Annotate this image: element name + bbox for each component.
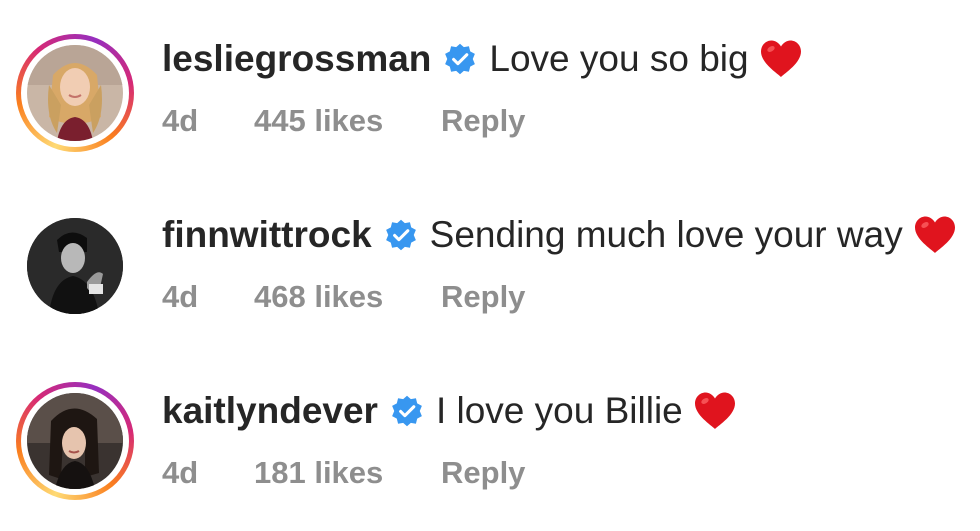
avatar-image <box>27 45 123 141</box>
username-link[interactable]: lesliegrossman <box>162 38 431 80</box>
comment-header: finnwittrock Sending much love your way <box>162 214 957 256</box>
reply-button[interactable]: Reply <box>441 103 525 139</box>
comment-text: Sending much love your way <box>429 214 903 255</box>
comment-item: lesliegrossman Love you so big 4d 445 li… <box>0 0 980 160</box>
heart-icon <box>914 216 955 253</box>
likes-count[interactable]: 445 likes <box>254 103 383 139</box>
comment-item: kaitlyndever I love you Billie 4d 181 li… <box>0 352 980 512</box>
avatar-photo <box>27 45 123 141</box>
comment-item: finnwittrock Sending much love your way … <box>0 176 980 336</box>
heart-icon <box>694 392 735 429</box>
avatar-ring-gap <box>21 39 129 147</box>
avatar-photo <box>27 393 123 489</box>
likes-count[interactable]: 181 likes <box>254 455 383 491</box>
comment-text: Love you so big <box>489 38 749 79</box>
avatar-ring-gap <box>21 387 129 495</box>
reply-button[interactable]: Reply <box>441 279 525 315</box>
comment-header: kaitlyndever I love you Billie <box>162 390 737 432</box>
reply-button[interactable]: Reply <box>441 455 525 491</box>
avatar-image <box>27 393 123 489</box>
avatar[interactable] <box>16 382 134 500</box>
comment-header: lesliegrossman Love you so big <box>162 38 803 80</box>
avatar[interactable] <box>27 218 123 314</box>
timestamp: 4d <box>162 279 199 314</box>
username-link[interactable]: finnwittrock <box>162 214 372 256</box>
avatar-image <box>27 218 123 314</box>
comment-text: I love you Billie <box>435 390 683 431</box>
verified-badge-icon <box>392 395 422 427</box>
timestamp: 4d <box>162 455 199 490</box>
heart-icon <box>760 40 801 77</box>
verified-badge-icon <box>445 43 476 75</box>
avatar[interactable] <box>16 34 134 152</box>
likes-count[interactable]: 468 likes <box>254 279 383 315</box>
verified-badge-icon <box>385 219 416 251</box>
username-link[interactable]: kaitlyndever <box>162 390 378 432</box>
timestamp: 4d <box>162 103 199 138</box>
